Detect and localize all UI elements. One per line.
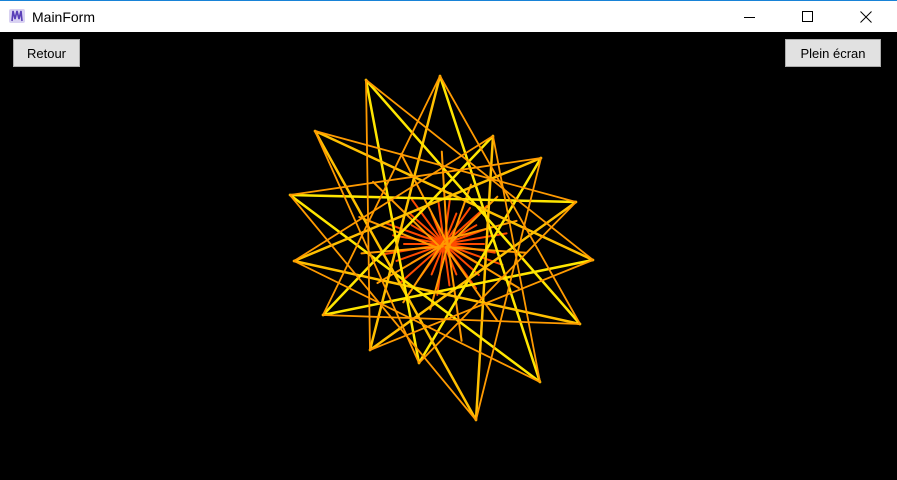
maximize-button[interactable] bbox=[785, 1, 831, 32]
star-line bbox=[290, 195, 476, 420]
back-button[interactable]: Retour bbox=[13, 39, 80, 67]
star-line bbox=[323, 260, 593, 315]
close-button[interactable] bbox=[843, 1, 889, 32]
drawing-canvas[interactable]: Retour Plein écran bbox=[0, 32, 897, 480]
app-icon bbox=[8, 7, 26, 25]
maximize-icon bbox=[802, 11, 814, 23]
fullscreen-button[interactable]: Plein écran bbox=[785, 39, 881, 67]
title-bar: MainForm bbox=[0, 0, 897, 32]
minimize-button[interactable] bbox=[727, 1, 773, 32]
window-title: MainForm bbox=[32, 9, 95, 25]
close-icon bbox=[860, 11, 872, 23]
star-drawing bbox=[0, 32, 897, 480]
minimize-icon bbox=[744, 11, 756, 23]
